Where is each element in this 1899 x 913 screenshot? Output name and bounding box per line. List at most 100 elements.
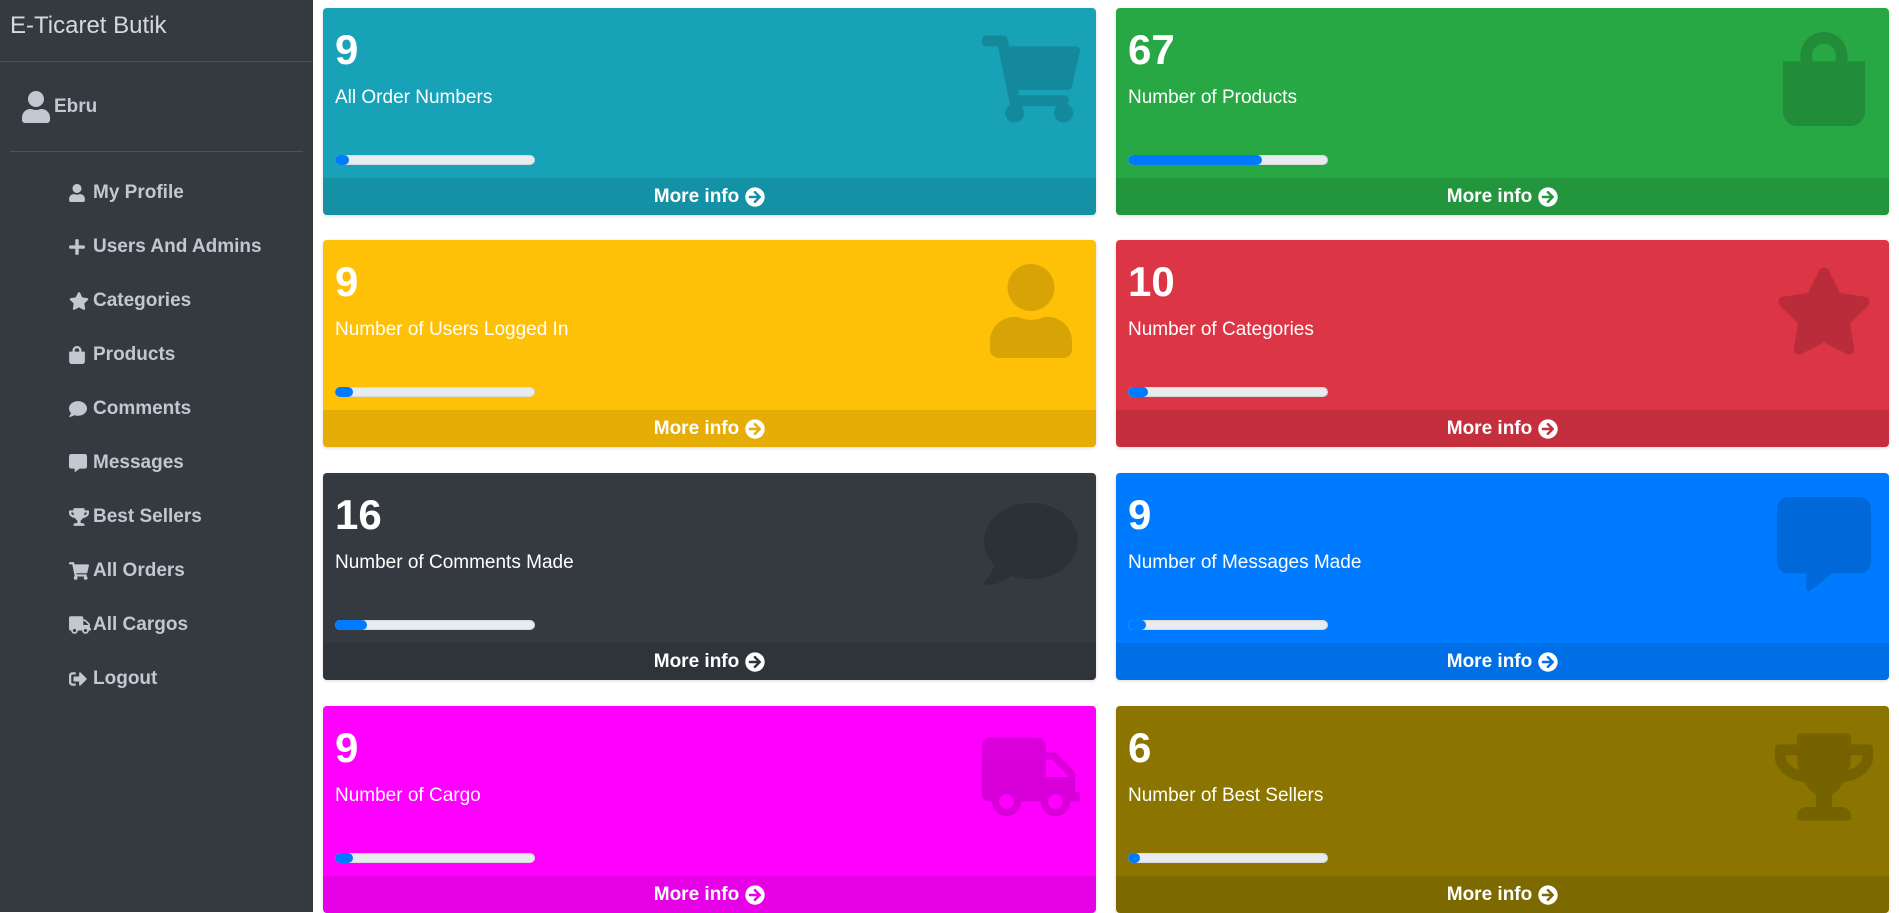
sidebar-item-users-and-admins[interactable]: Users And Admins [0, 220, 313, 274]
sidebar-item-logout[interactable]: Logout [0, 652, 313, 706]
arrow-circle-right-icon [745, 186, 765, 207]
sidebar-item-messages[interactable]: Messages [0, 436, 313, 490]
progress-fill [335, 620, 367, 630]
progress-bar [335, 387, 535, 397]
message-icon [69, 453, 91, 473]
truck-icon [69, 615, 91, 635]
arrow-circle-right-icon [1538, 651, 1558, 672]
user-icon [69, 183, 91, 203]
sidebar-item-categories[interactable]: Categories [0, 274, 313, 328]
progress-fill [1128, 620, 1146, 630]
stat-value: 6 [1128, 724, 1152, 771]
stat-value: 10 [1128, 258, 1175, 305]
stat-label: Number of Messages Made [1128, 552, 1362, 573]
more-info-link[interactable]: More info [1116, 410, 1889, 447]
trophy-icon [69, 507, 91, 527]
stat-value: 9 [335, 258, 359, 305]
progress-fill [335, 387, 353, 397]
stat-card: 9 Number of Messages Made More info [1116, 473, 1889, 680]
cart-icon [69, 561, 91, 581]
progress-bar [1128, 155, 1328, 165]
sidebar-item-label: Users And Admins [93, 236, 262, 257]
more-info-link[interactable]: More info [323, 643, 1096, 680]
stat-label: Number of Products [1128, 87, 1297, 108]
sidebar-item-label: My Profile [93, 182, 184, 203]
sidebar-item-label: Logout [93, 668, 158, 689]
more-info-link[interactable]: More info [1116, 178, 1889, 215]
truck-icon [982, 730, 1080, 824]
user-icon [982, 264, 1080, 358]
more-info-label: More info [1446, 417, 1533, 439]
brand-title[interactable]: E-Ticaret Butik [0, 0, 313, 62]
shopping-bag-icon [1775, 32, 1873, 126]
stat-value: 9 [1128, 491, 1152, 538]
user-panel[interactable]: Ebru [10, 62, 303, 152]
sidebar-item-products[interactable]: Products [0, 328, 313, 382]
progress-bar [1128, 853, 1328, 863]
progress-bar [1128, 620, 1328, 630]
stat-label: Number of Cargo [335, 785, 481, 806]
stat-card: 9 All Order Numbers More info [323, 8, 1096, 215]
sidebar-item-label: All Cargos [93, 614, 189, 635]
logout-icon [69, 669, 91, 689]
stat-card: 67 Number of Products More info [1116, 8, 1889, 215]
progress-bar [335, 853, 535, 863]
progress-fill [1128, 853, 1140, 863]
more-info-label: More info [653, 650, 740, 672]
more-info-label: More info [653, 883, 740, 905]
arrow-circle-right-icon [1538, 418, 1558, 439]
more-info-label: More info [1446, 650, 1533, 672]
stat-label: All Order Numbers [335, 87, 493, 108]
stat-value: 9 [335, 724, 359, 771]
sidebar-item-label: All Orders [93, 560, 185, 581]
arrow-circle-right-icon [1538, 186, 1558, 207]
plus-icon [69, 237, 91, 257]
user-icon [22, 90, 52, 123]
arrow-circle-right-icon [745, 651, 765, 672]
message-icon [1775, 497, 1873, 592]
shopping-bag-icon [69, 345, 91, 365]
stat-card: 16 Number of Comments Made More info [323, 473, 1096, 680]
sidebar-item-label: Comments [93, 398, 192, 419]
stat-card: 9 Number of Users Logged In More info [323, 240, 1096, 447]
progress-bar [335, 155, 535, 165]
stat-label: Number of Users Logged In [335, 319, 569, 340]
stat-card: 10 Number of Categories More info [1116, 240, 1889, 447]
sidebar-item-label: Best Sellers [93, 506, 202, 527]
stat-label: Number of Best Sellers [1128, 785, 1324, 806]
progress-fill [1128, 155, 1262, 165]
more-info-link[interactable]: More info [323, 178, 1096, 215]
more-info-label: More info [653, 417, 740, 439]
stat-label: Number of Comments Made [335, 552, 574, 573]
stat-value: 67 [1128, 26, 1175, 73]
sidebar-item-best-sellers[interactable]: Best Sellers [0, 490, 313, 544]
stat-card: 9 Number of Cargo More info [323, 706, 1096, 913]
more-info-label: More info [1446, 185, 1533, 207]
sidebar-nav: My Profile Users And Admins Categories P… [0, 166, 313, 706]
progress-fill [335, 853, 353, 863]
sidebar-item-label: Messages [93, 452, 184, 473]
more-info-link[interactable]: More info [323, 410, 1096, 447]
star-icon [1775, 264, 1873, 358]
progress-bar [1128, 387, 1328, 397]
dashboard-grid: 9 All Order Numbers More info 67 Number of P… [313, 0, 1899, 913]
more-info-link[interactable]: More info [1116, 876, 1889, 913]
star-icon [69, 291, 91, 311]
more-info-link[interactable]: More info [323, 876, 1096, 913]
stat-card: 6 Number of Best Sellers More info [1116, 706, 1889, 913]
sidebar-item-comments[interactable]: Comments [0, 382, 313, 436]
arrow-circle-right-icon [1538, 884, 1558, 905]
sidebar-item-all-orders[interactable]: All Orders [0, 544, 313, 598]
stat-value: 16 [335, 491, 382, 538]
comment-icon [69, 399, 91, 419]
stat-label: Number of Categories [1128, 319, 1314, 340]
sidebar-item-label: Products [93, 344, 176, 365]
sidebar-item-all-cargos[interactable]: All Cargos [0, 598, 313, 652]
more-info-label: More info [653, 185, 740, 207]
sidebar-item-my-profile[interactable]: My Profile [0, 166, 313, 220]
stat-value: 9 [335, 26, 359, 73]
user-name: Ebru [54, 95, 98, 117]
progress-fill [335, 155, 349, 165]
more-info-link[interactable]: More info [1116, 643, 1889, 680]
comment-icon [982, 497, 1080, 591]
